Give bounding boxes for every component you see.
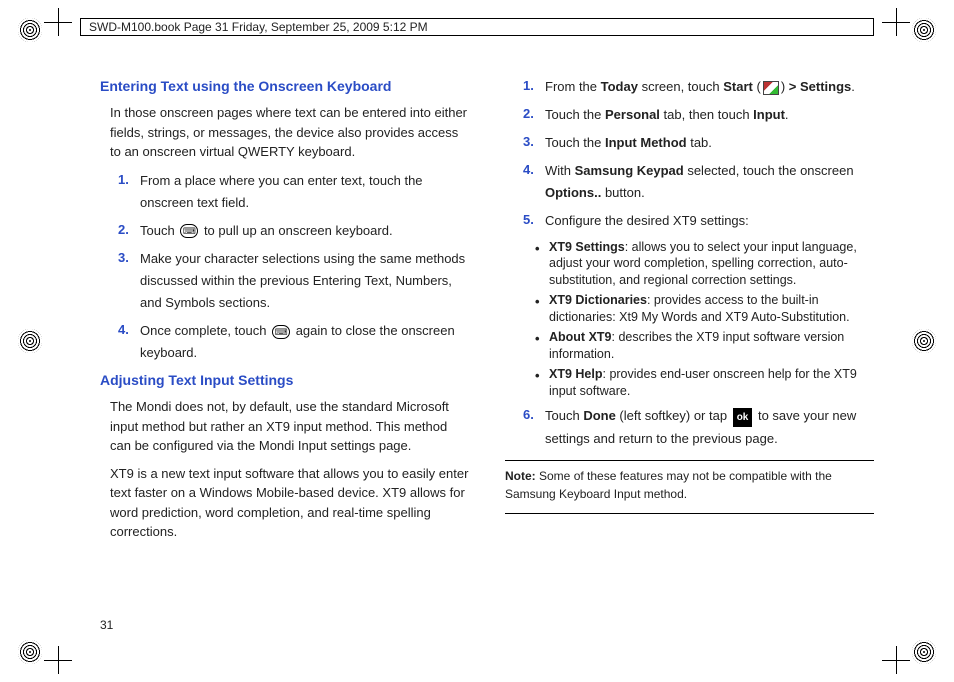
step-number: 6.: [523, 405, 545, 449]
ok-icon: ok: [733, 408, 753, 427]
crop-mark-icon: [882, 646, 910, 674]
divider: [505, 460, 874, 461]
step-number: 2.: [523, 104, 545, 126]
step-number: 4.: [523, 160, 545, 204]
bullet-text: XT9 Help: provides end-user onscreen hel…: [549, 366, 874, 400]
keyboard-toggle-icon: ⌨: [272, 325, 290, 339]
step-text: Touch ⌨ to pull up an onscreen keyboard.: [140, 220, 469, 242]
step-text: Configure the desired XT9 settings:: [545, 210, 874, 232]
list-item: • XT9 Help: provides end-user onscreen h…: [535, 366, 874, 400]
list-item: 1. From a place where you can enter text…: [118, 170, 469, 214]
divider: [505, 513, 874, 514]
step-text: Make your character selections using the…: [140, 248, 469, 314]
list-item: 4. Once complete, touch ⌨ again to close…: [118, 320, 469, 364]
bullet-icon: •: [535, 292, 549, 326]
crop-mark-icon: [882, 8, 910, 36]
ordered-list: 1. From a place where you can enter text…: [118, 170, 469, 365]
step-number: 4.: [118, 320, 140, 364]
crop-mark-icon: [44, 8, 72, 36]
list-item: • XT9 Dictionaries: provides access to t…: [535, 292, 874, 326]
page-number: 31: [100, 618, 113, 632]
list-item: • About XT9: describes the XT9 input sof…: [535, 329, 874, 363]
step-number: 3.: [118, 248, 140, 314]
list-item: 2. Touch the Personal tab, then touch In…: [523, 104, 874, 126]
registration-mark-icon: [18, 329, 42, 353]
registration-mark-icon: [18, 640, 42, 664]
step-number: 2.: [118, 220, 140, 242]
crop-mark-icon: [44, 646, 72, 674]
step-text: From the Today screen, touch Start () > …: [545, 76, 874, 98]
paragraph: The Mondi does not, by default, use the …: [110, 397, 469, 456]
step-number: 3.: [523, 132, 545, 154]
list-item: 6. Touch Done (left softkey) or tap ok t…: [523, 405, 874, 449]
bullet-icon: •: [535, 329, 549, 363]
list-item: 1. From the Today screen, touch Start ()…: [523, 76, 874, 98]
step-text: Touch the Input Method tab.: [545, 132, 874, 154]
paragraph: XT9 is a new text input software that al…: [110, 464, 469, 542]
bullet-icon: •: [535, 366, 549, 400]
step-number: 1.: [118, 170, 140, 214]
note-text: Note: Some of these features may not be …: [505, 467, 874, 503]
right-column: 1. From the Today screen, touch Start ()…: [505, 70, 874, 622]
step-text: From a place where you can enter text, t…: [140, 170, 469, 214]
section-heading: Entering Text using the Onscreen Keyboar…: [100, 76, 469, 97]
step-text: Touch the Personal tab, then touch Input…: [545, 104, 874, 126]
start-flag-icon: [763, 81, 779, 95]
document-page: SWD-M100.book Page 31 Friday, September …: [0, 0, 954, 682]
bullet-text: XT9 Dictionaries: provides access to the…: [549, 292, 874, 326]
content-columns: Entering Text using the Onscreen Keyboar…: [100, 70, 874, 622]
paragraph: In those onscreen pages where text can b…: [110, 103, 469, 162]
step-text: With Samsung Keypad selected, touch the …: [545, 160, 874, 204]
list-item: 3. Touch the Input Method tab.: [523, 132, 874, 154]
bulleted-list: • XT9 Settings: allows you to select you…: [535, 239, 874, 400]
bullet-text: XT9 Settings: allows you to select your …: [549, 239, 874, 290]
list-item: 3. Make your character selections using …: [118, 248, 469, 314]
bullet-text: About XT9: describes the XT9 input softw…: [549, 329, 874, 363]
keyboard-toggle-icon: ⌨: [180, 224, 198, 238]
list-item: 4. With Samsung Keypad selected, touch t…: [523, 160, 874, 204]
page-header: SWD-M100.book Page 31 Friday, September …: [80, 18, 874, 36]
registration-mark-icon: [912, 640, 936, 664]
list-item: 2. Touch ⌨ to pull up an onscreen keyboa…: [118, 220, 469, 242]
left-column: Entering Text using the Onscreen Keyboar…: [100, 70, 469, 622]
registration-mark-icon: [912, 18, 936, 42]
step-text: Touch Done (left softkey) or tap ok to s…: [545, 405, 874, 449]
step-number: 1.: [523, 76, 545, 98]
list-item: • XT9 Settings: allows you to select you…: [535, 239, 874, 290]
registration-mark-icon: [18, 18, 42, 42]
header-title: SWD-M100.book Page 31 Friday, September …: [89, 20, 428, 34]
step-number: 5.: [523, 210, 545, 232]
registration-mark-icon: [912, 329, 936, 353]
bullet-icon: •: [535, 239, 549, 290]
section-heading: Adjusting Text Input Settings: [100, 370, 469, 391]
ordered-list: 1. From the Today screen, touch Start ()…: [523, 76, 874, 233]
step-text: Once complete, touch ⌨ again to close th…: [140, 320, 469, 364]
ordered-list: 6. Touch Done (left softkey) or tap ok t…: [523, 405, 874, 449]
list-item: 5. Configure the desired XT9 settings:: [523, 210, 874, 232]
